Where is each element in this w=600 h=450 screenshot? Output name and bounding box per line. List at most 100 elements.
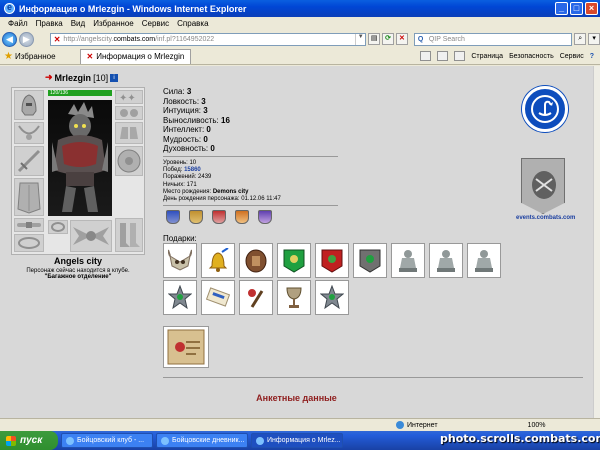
page-menu[interactable]: Страница (471, 53, 503, 60)
weapon-slot[interactable] (14, 146, 44, 176)
command-bar: Страница Безопасность Сервис ? (420, 51, 600, 61)
gift-star-medal-2[interactable] (315, 280, 349, 315)
menu-favorites[interactable]: Избранное (89, 19, 138, 28)
boots-slot[interactable] (115, 218, 143, 252)
task-fight-diaries[interactable]: Бойцовские дневник... (156, 433, 248, 448)
refresh-icon[interactable]: ⟳ (382, 33, 394, 45)
knight-statue-icon (475, 250, 493, 272)
stat-intellect: Интеллект: 0 (163, 125, 211, 134)
start-button[interactable]: пуск (0, 431, 58, 450)
gloves-slot[interactable] (115, 122, 143, 144)
menu-edit[interactable]: Правка (32, 19, 67, 28)
favorites-button[interactable]: ★ Избранное (0, 51, 60, 62)
belt-slot[interactable] (14, 218, 44, 232)
tab-character-info[interactable]: ✕ Информация о Mrlezgin (79, 48, 192, 64)
badge-orange-icon[interactable] (235, 210, 249, 224)
armor-icon (17, 182, 41, 214)
events-banner-icon (521, 158, 565, 214)
search-options-icon[interactable]: ▾ (588, 33, 600, 45)
gift-goblet[interactable] (277, 280, 311, 315)
wings-emblem-icon (73, 227, 109, 245)
gift-green-banner[interactable] (277, 243, 311, 278)
helmet-icon (21, 94, 37, 116)
forward-button[interactable]: ▶ (18, 31, 34, 47)
info-icon[interactable]: i (110, 73, 119, 82)
gift-red-banner[interactable] (315, 243, 349, 278)
armor-slot[interactable] (14, 178, 44, 216)
task-fight-club[interactable]: Бойцовский клуб - ... (61, 433, 153, 448)
private-message-arrow-icon[interactable]: ➜ (45, 72, 53, 83)
earring-slot[interactable]: ✦✦ (115, 90, 143, 104)
menu-help[interactable]: Справка (173, 19, 212, 28)
svg-text:✦✦: ✦✦ (119, 93, 136, 103)
equipment-panel: 120/136 ✦✦ (11, 87, 145, 255)
emblem-slot[interactable] (70, 220, 112, 252)
clan-logo[interactable] (522, 86, 568, 132)
info-birthday: День рождения персонажа: 01.12.06 11:47 (163, 196, 281, 203)
menu-bar: Файл Правка Вид Избранное Сервис Справка (0, 17, 600, 30)
minimize-button[interactable]: _ (555, 2, 568, 15)
gift-knight-statue-1[interactable] (391, 243, 425, 278)
gift-shield[interactable] (239, 243, 273, 278)
necklace-slot[interactable] (14, 122, 44, 144)
knight-statue-icon (437, 250, 455, 272)
rings-slot[interactable] (14, 234, 44, 252)
home-icon[interactable] (420, 51, 432, 61)
badge-blue-icon[interactable] (166, 210, 180, 224)
gift-card[interactable] (163, 326, 209, 368)
gifts-label: Подарки: (163, 234, 197, 243)
events-link[interactable]: events.combats.com (516, 158, 576, 221)
gift-knight-statue-2[interactable] (429, 243, 463, 278)
vertical-scrollbar[interactable] (593, 66, 600, 418)
stat-agility: Ловкость: 3 (163, 96, 206, 106)
sword-icon (17, 149, 41, 173)
maximize-button[interactable]: □ (570, 2, 583, 15)
gift-torch[interactable] (239, 280, 273, 315)
badge-purple-icon[interactable] (258, 210, 272, 224)
gift-knight-statue-3[interactable] (467, 243, 501, 278)
address-dropdown-icon[interactable]: ▼ (355, 33, 365, 45)
help-icon[interactable]: ? (590, 53, 594, 60)
amulet-icon (120, 109, 138, 117)
character-level: [10] (93, 72, 109, 83)
compat-view-icon[interactable]: ▤ (368, 33, 381, 45)
location-city: Angels city (53, 256, 102, 266)
gift-star-medal-1[interactable] (163, 280, 197, 315)
task-character-info[interactable]: Информация о Mrlez... (251, 433, 343, 448)
zone-label: Интернет (407, 421, 438, 429)
print-icon[interactable] (454, 51, 466, 61)
close-button[interactable]: × (585, 2, 598, 15)
stat-spirituality: Духовность: 0 (163, 144, 215, 153)
shield-slot[interactable] (115, 146, 143, 176)
menu-file[interactable]: Файл (4, 19, 32, 28)
feeds-icon[interactable] (437, 51, 449, 61)
stop-icon[interactable]: ✕ (395, 33, 408, 45)
ring-slot-1[interactable] (48, 220, 68, 234)
goblet-icon (286, 287, 302, 308)
badge-red-icon[interactable] (212, 210, 226, 224)
ie-icon (256, 436, 264, 445)
search-button[interactable]: ⌕ (574, 33, 587, 45)
gift-scroll[interactable] (201, 280, 235, 315)
tools-menu[interactable]: Сервис (560, 53, 584, 60)
amulet-slot[interactable] (115, 106, 143, 120)
menu-view[interactable]: Вид (67, 19, 89, 28)
location-room: "Багажное отделение" (44, 274, 112, 280)
ie-icon (161, 436, 169, 445)
badge-gold-icon[interactable] (189, 210, 203, 224)
search-input[interactable]: QIP Search (413, 32, 573, 46)
address-input[interactable]: ✕ http://angelscity. combats.com/inf.pl?1… (49, 32, 367, 46)
gift-grey-banner[interactable] (353, 243, 387, 278)
helmet-slot[interactable] (14, 90, 44, 120)
back-button[interactable]: ◀ (2, 31, 17, 47)
safety-menu[interactable]: Безопасность (509, 53, 554, 60)
scorpion-icon (531, 95, 559, 123)
menu-tools[interactable]: Сервис (138, 19, 173, 28)
gift-skull[interactable] (163, 243, 197, 278)
globe-icon (396, 421, 404, 429)
divider (163, 377, 583, 378)
events-caption: events.combats.com (516, 215, 576, 221)
zoom-level[interactable]: 100% (528, 422, 546, 429)
gift-bell[interactable] (201, 243, 235, 278)
knight-statue-icon (399, 250, 417, 272)
